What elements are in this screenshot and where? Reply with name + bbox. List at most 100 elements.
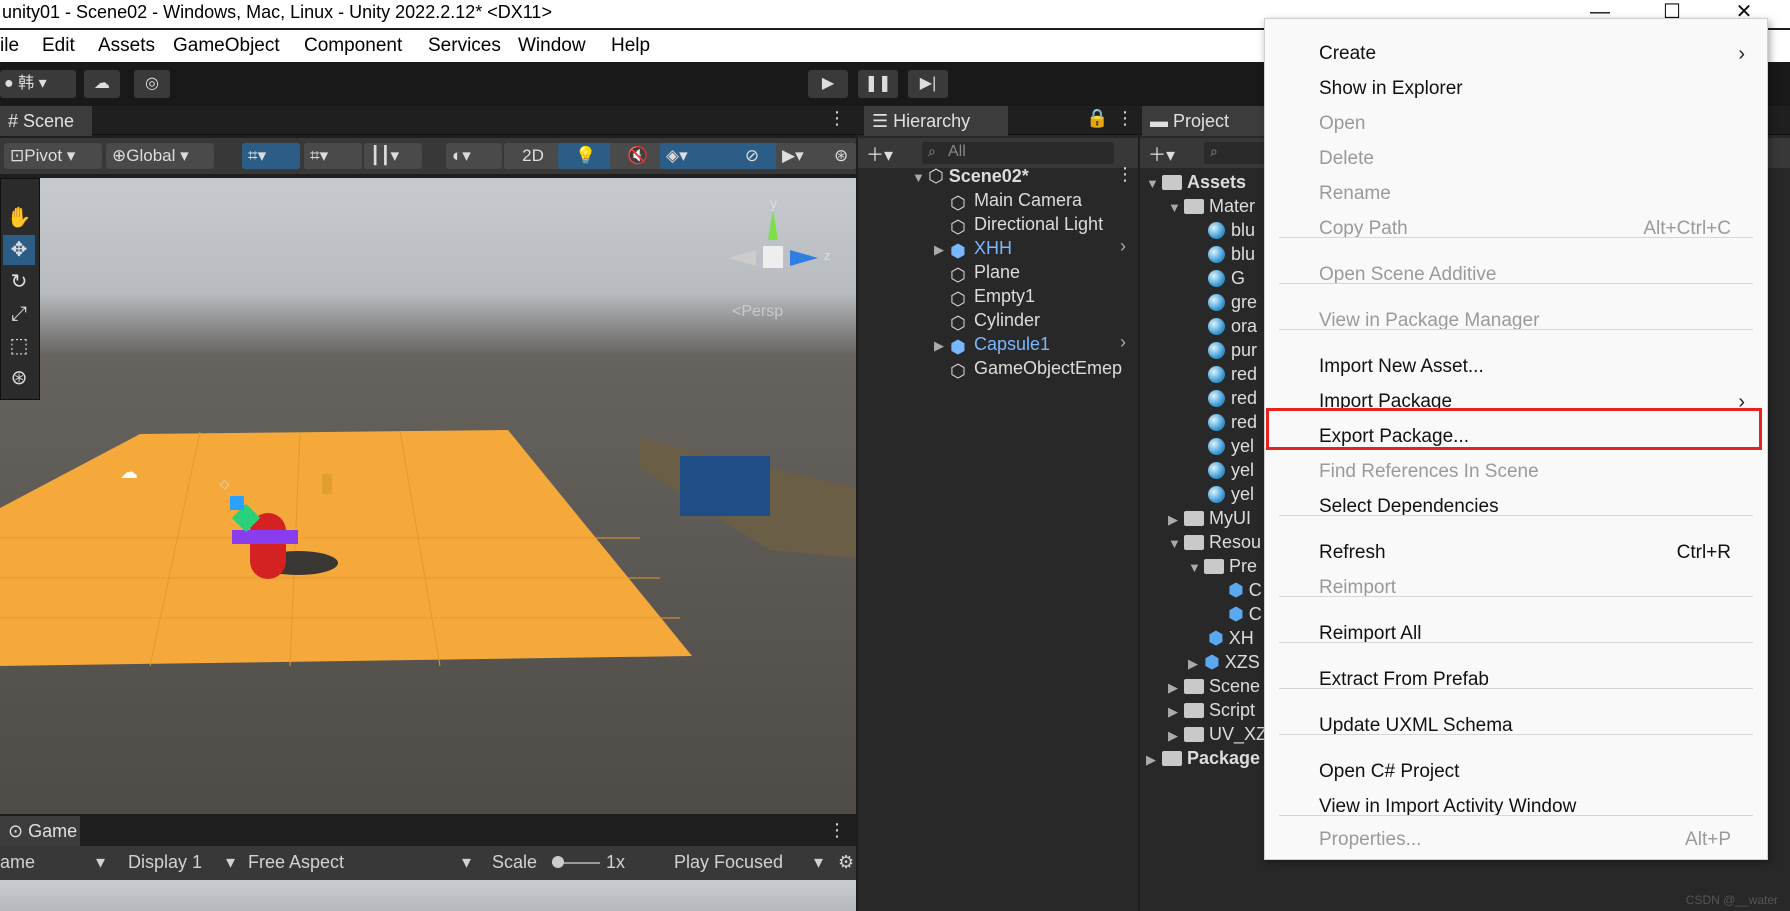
game-more-icon[interactable]: ⋮ (828, 820, 846, 841)
menu-item-copy-path[interactable]: Copy Path (1319, 214, 1408, 244)
gizmo-z-axis[interactable] (790, 250, 818, 266)
project-item[interactable]: yel (1208, 458, 1254, 482)
transform-tool-icon[interactable]: ⊛ (3, 363, 35, 393)
menu-item-show-in-explorer[interactable]: Show in Explorer (1319, 74, 1463, 104)
expand-arrow-icon[interactable]: ▼ (1146, 172, 1162, 196)
menu-item-view-in-package-manager[interactable]: View in Package Manager (1319, 306, 1539, 336)
menu-item-properties[interactable]: Properties... (1319, 825, 1421, 855)
play-mode-arrow-icon[interactable]: ▾ (814, 852, 823, 873)
menu-edit[interactable]: Edit (42, 35, 75, 57)
pivot-dropdown[interactable]: ⊡Pivot ▾ (4, 143, 102, 169)
grid-visibility-icon[interactable]: ⌗▾ (304, 143, 362, 169)
hand-tool-icon[interactable]: ✋ (3, 203, 35, 233)
hierarchy-item[interactable]: ⬡ Directional Light (950, 212, 1103, 237)
hierarchy-item[interactable]: ▶ ⬢ Capsule1 (934, 332, 1050, 358)
project-item[interactable]: red (1208, 386, 1257, 410)
project-item[interactable]: yel (1208, 482, 1254, 506)
expand-arrow-icon[interactable]: ▼ (1168, 196, 1184, 220)
expand-arrow-icon[interactable]: ▶ (934, 334, 950, 358)
play-mode-dropdown[interactable]: Play Focused (674, 852, 783, 873)
expand-arrow-icon[interactable]: ▼ (1188, 556, 1204, 580)
increment-snap-icon[interactable]: ┃┃▾ (364, 143, 422, 169)
collab-icon[interactable]: ◎ (134, 70, 170, 98)
game-settings-icon[interactable]: ⚙ (838, 852, 854, 873)
hierarchy-item[interactable]: ⬡ Cylinder (950, 308, 1040, 333)
menu-item-import-new-asset[interactable]: Import New Asset... (1319, 352, 1484, 382)
scene-more-icon[interactable]: ⋮ (828, 108, 846, 129)
project-item[interactable]: yel (1208, 434, 1254, 458)
project-item[interactable]: ora (1208, 314, 1257, 338)
game-view-dropdown[interactable]: ame (0, 852, 35, 873)
hidden-objects-icon[interactable]: ⊘ (724, 143, 780, 169)
menu-component[interactable]: Component (304, 35, 402, 57)
project-item[interactable]: red (1208, 362, 1257, 386)
grid-snap-icon[interactable]: ⌗▾ (242, 143, 300, 169)
hierarchy-more-icon[interactable]: ⋮ (1116, 108, 1134, 129)
menu-item-update-uxml-schema[interactable]: Update UXML Schema (1319, 711, 1513, 741)
lighting-icon[interactable]: 💡 (558, 143, 614, 169)
project-item[interactable]: ▶ MyUI (1168, 506, 1251, 530)
camera-icon[interactable]: ▶▾ (776, 143, 838, 169)
menu-services[interactable]: Services (428, 35, 501, 57)
pause-button[interactable]: ❚❚ (858, 70, 898, 98)
menu-window[interactable]: Window (518, 35, 586, 57)
project-item[interactable]: gre (1208, 290, 1257, 314)
tab-scene[interactable]: # Scene (0, 106, 92, 136)
menu-item-rename[interactable]: Rename (1319, 179, 1391, 209)
scene-row-more-icon[interactable]: ⋮ (1116, 164, 1134, 185)
menu-item-delete[interactable]: Delete (1319, 144, 1374, 174)
project-item[interactable]: ▶ Package (1146, 746, 1260, 770)
gizmo-center[interactable] (763, 246, 783, 268)
prefab-open-chevron-icon[interactable]: › (1120, 332, 1126, 353)
effects-icon[interactable]: ◈▾ (660, 143, 728, 169)
project-item[interactable]: ▼ Mater (1168, 194, 1255, 218)
scale-slider-handle[interactable] (552, 856, 564, 868)
project-item[interactable]: ▼ Assets (1146, 170, 1246, 194)
project-item[interactable]: ▼ Pre (1188, 554, 1257, 578)
hierarchy-item[interactable]: ⬡ GameObjectEmep (950, 356, 1122, 381)
hierarchy-scene-row[interactable]: ▼ ⬡ Scene02* (912, 164, 1029, 188)
rect-tool-icon[interactable]: ⬚ (3, 331, 35, 361)
play-button[interactable]: ▶ (808, 70, 848, 98)
expand-arrow-icon[interactable]: ▶ (1188, 652, 1204, 676)
aspect-arrow-icon[interactable]: ▾ (462, 852, 471, 873)
hierarchy-item[interactable]: ⬡ Empty1 (950, 284, 1035, 309)
project-item[interactable]: ⬢ XH (1208, 626, 1254, 650)
project-item[interactable]: blu (1208, 242, 1255, 266)
audio-icon[interactable]: 🔇 (610, 143, 666, 169)
project-item[interactable]: pur (1208, 338, 1257, 362)
menu-file[interactable]: ile (0, 35, 19, 57)
project-add-button[interactable]: ＋▾ (1148, 141, 1175, 167)
project-item[interactable]: ▼ Resou (1168, 530, 1261, 554)
project-item[interactable]: ▶ Script (1168, 698, 1255, 722)
hierarchy-item[interactable]: ▶ ⬢ XHH (934, 236, 1012, 262)
aspect-dropdown[interactable]: Free Aspect (248, 852, 344, 873)
display-arrow-icon[interactable]: ▾ (226, 852, 235, 873)
scale-tool-icon[interactable]: ⤢ (3, 299, 35, 329)
menu-item-refresh[interactable]: Refresh (1319, 538, 1386, 568)
expand-arrow-icon[interactable]: ▼ (1168, 532, 1184, 556)
account-dropdown[interactable]: ● 韩 ▾ (0, 70, 76, 98)
game-view[interactable] (0, 880, 856, 911)
gizmo-x-axis[interactable] (728, 250, 756, 266)
hierarchy-add-button[interactable]: ＋▾ (866, 141, 893, 167)
menu-item-open[interactable]: Open (1319, 109, 1365, 139)
project-item[interactable]: G (1208, 266, 1245, 290)
menu-item-select-dependencies[interactable]: Select Dependencies (1319, 492, 1499, 522)
menu-item-reimport[interactable]: Reimport (1319, 573, 1396, 603)
menu-gameobject[interactable]: GameObject (173, 35, 280, 57)
project-item[interactable]: ⬢ C (1228, 602, 1262, 626)
global-dropdown[interactable]: ⊕Global ▾ (106, 143, 214, 169)
expand-arrow-icon[interactable]: ▼ (912, 166, 928, 190)
menu-assets[interactable]: Assets (98, 35, 155, 57)
hierarchy-item[interactable]: ⬡ Plane (950, 260, 1020, 285)
move-tool-icon[interactable]: ✥ (3, 235, 35, 265)
tab-game[interactable]: ⊙ Game (0, 816, 80, 846)
expand-arrow-icon[interactable]: ▶ (1168, 700, 1184, 724)
expand-arrow-icon[interactable]: ▶ (934, 238, 950, 262)
rotate-tool-icon[interactable]: ↻ (3, 267, 35, 297)
tab-hierarchy[interactable]: ☰ Hierarchy (864, 106, 1008, 136)
draw-mode-icon[interactable]: ◐▾ (446, 143, 502, 169)
menu-item-find-references[interactable]: Find References In Scene (1319, 457, 1539, 487)
scene-view[interactable]: ☁ ◇ y z <Persp (0, 178, 856, 814)
